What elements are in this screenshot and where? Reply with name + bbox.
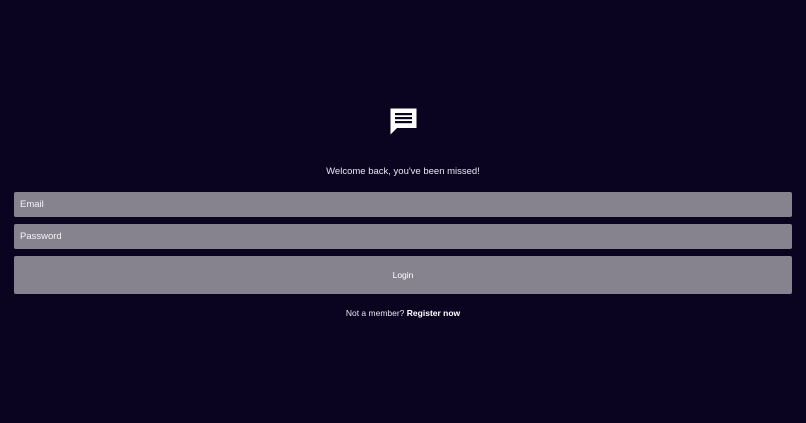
chat-message-icon [389, 107, 418, 136]
register-now-link[interactable]: Register now [407, 308, 460, 318]
password-field[interactable] [14, 224, 792, 249]
email-field[interactable] [14, 192, 792, 217]
login-button[interactable]: Login [14, 256, 792, 294]
welcome-message: Welcome back, you've been missed! [326, 166, 480, 177]
register-prompt-row: Not a member? Register now [0, 308, 806, 319]
register-prompt-text: Not a member? [345, 308, 405, 318]
